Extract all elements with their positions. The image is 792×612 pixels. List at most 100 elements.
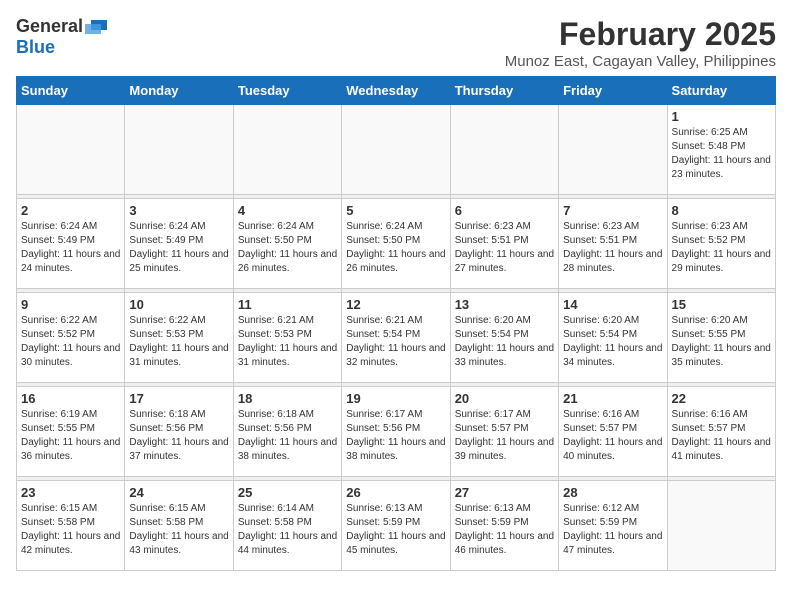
day-number: 20: [455, 391, 554, 406]
day-info: Sunrise: 6:16 AMSunset: 5:57 PMDaylight:…: [563, 408, 662, 464]
day-info: Sunrise: 6:20 AMSunset: 5:54 PMDaylight:…: [455, 314, 554, 370]
day-number: 3: [129, 203, 228, 218]
day-number: 28: [563, 485, 662, 500]
location-subtitle: Munoz East, Cagayan Valley, Philippines: [505, 53, 776, 70]
calendar-cell: 12Sunrise: 6:21 AMSunset: 5:54 PMDayligh…: [342, 293, 450, 383]
calendar-cell: 1 Sunrise: 6:25 AMSunset: 5:48 PMDaylight…: [667, 105, 775, 195]
day-number: 23: [21, 485, 120, 500]
day-info: Sunrise: 6:20 AMSunset: 5:55 PMDaylight:…: [672, 314, 771, 370]
day-number: 24: [129, 485, 228, 500]
day-number: 22: [672, 391, 771, 406]
day-number: 6: [455, 203, 554, 218]
calendar-week-2: 2 Sunrise: 6:24 AMSunset: 5:49 PMDaylight…: [17, 199, 776, 289]
day-number: 17: [129, 391, 228, 406]
weekday-header-wednesday: Wednesday: [342, 77, 450, 105]
day-info: Sunrise: 6:19 AMSunset: 5:55 PMDaylight:…: [21, 408, 120, 464]
calendar-cell: 20 Sunrise: 6:17 AMSunset: 5:57 PMDayligh…: [450, 387, 558, 477]
calendar-cell: 13 Sunrise: 6:20 AMSunset: 5:54 PMDayligh…: [450, 293, 558, 383]
day-number: 16: [21, 391, 120, 406]
calendar-week-5: 23 Sunrise: 6:15 AMSunset: 5:58 PMDayligh…: [17, 481, 776, 571]
calendar-week-4: 16 Sunrise: 6:19 AMSunset: 5:55 PMDayligh…: [17, 387, 776, 477]
calendar-cell: 22 Sunrise: 6:16 AMSunset: 5:57 PMDayligh…: [667, 387, 775, 477]
weekday-header-tuesday: Tuesday: [233, 77, 341, 105]
day-number: 14: [563, 297, 662, 312]
calendar-cell: [342, 105, 450, 195]
day-number: 1: [672, 109, 771, 124]
day-info: Sunrise: 6:24 AMSunset: 5:50 PMDaylight:…: [238, 220, 337, 276]
calendar-cell: 3 Sunrise: 6:24 AMSunset: 5:49 PMDaylight…: [125, 199, 233, 289]
calendar-cell: 24 Sunrise: 6:15 AMSunset: 5:58 PMDayligh…: [125, 481, 233, 571]
calendar-cell: 26 Sunrise: 6:13 AMSunset: 5:59 PMDayligh…: [342, 481, 450, 571]
calendar-cell: 5Sunrise: 6:24 AMSunset: 5:50 PMDaylight…: [342, 199, 450, 289]
month-year-title: February 2025: [505, 16, 776, 53]
calendar-cell: 8 Sunrise: 6:23 AMSunset: 5:52 PMDaylight…: [667, 199, 775, 289]
calendar-cell: 10 Sunrise: 6:22 AMSunset: 5:53 PMDayligh…: [125, 293, 233, 383]
day-number: 26: [346, 485, 445, 500]
day-info: Sunrise: 6:14 AMSunset: 5:58 PMDaylight:…: [238, 502, 337, 558]
day-info: Sunrise: 6:22 AMSunset: 5:52 PMDaylight:…: [21, 314, 120, 370]
calendar-cell: [233, 105, 341, 195]
day-number: 9: [21, 297, 120, 312]
day-info: Sunrise: 6:13 AMSunset: 5:59 PMDaylight:…: [455, 502, 554, 558]
weekday-header-friday: Friday: [559, 77, 667, 105]
day-number: 13: [455, 297, 554, 312]
day-info: Sunrise: 6:21 AMSunset: 5:53 PMDaylight:…: [238, 314, 337, 370]
calendar-week-1: 1 Sunrise: 6:25 AMSunset: 5:48 PMDaylight…: [17, 105, 776, 195]
day-number: 2: [21, 203, 120, 218]
day-number: 8: [672, 203, 771, 218]
day-info: Sunrise: 6:24 AMSunset: 5:49 PMDaylight:…: [21, 220, 120, 276]
day-info: Sunrise: 6:24 AMSunset: 5:50 PMDaylight:…: [346, 220, 445, 276]
calendar-week-3: 9 Sunrise: 6:22 AMSunset: 5:52 PMDaylight…: [17, 293, 776, 383]
day-info: Sunrise: 6:24 AMSunset: 5:49 PMDaylight:…: [129, 220, 228, 276]
day-info: Sunrise: 6:25 AMSunset: 5:48 PMDaylight:…: [672, 126, 771, 182]
calendar-cell: 19Sunrise: 6:17 AMSunset: 5:56 PMDayligh…: [342, 387, 450, 477]
day-number: 11: [238, 297, 337, 312]
day-number: 10: [129, 297, 228, 312]
weekday-header-thursday: Thursday: [450, 77, 558, 105]
day-info: Sunrise: 6:12 AMSunset: 5:59 PMDaylight:…: [563, 502, 662, 558]
day-number: 18: [238, 391, 337, 406]
calendar-cell: 6Sunrise: 6:23 AMSunset: 5:51 PMDaylight…: [450, 199, 558, 289]
calendar-cell: 9 Sunrise: 6:22 AMSunset: 5:52 PMDaylight…: [17, 293, 125, 383]
logo: General Blue: [16, 16, 107, 58]
calendar-cell: [559, 105, 667, 195]
calendar-cell: 15 Sunrise: 6:20 AMSunset: 5:55 PMDayligh…: [667, 293, 775, 383]
day-number: 25: [238, 485, 337, 500]
day-number: 15: [672, 297, 771, 312]
calendar-cell: [125, 105, 233, 195]
day-info: Sunrise: 6:17 AMSunset: 5:57 PMDaylight:…: [455, 408, 554, 464]
day-info: Sunrise: 6:15 AMSunset: 5:58 PMDaylight:…: [129, 502, 228, 558]
day-info: Sunrise: 6:20 AMSunset: 5:54 PMDaylight:…: [563, 314, 662, 370]
calendar-cell: 11 Sunrise: 6:21 AMSunset: 5:53 PMDayligh…: [233, 293, 341, 383]
day-number: 7: [563, 203, 662, 218]
calendar-table: SundayMondayTuesdayWednesdayThursdayFrid…: [16, 76, 776, 571]
calendar-cell: 25 Sunrise: 6:14 AMSunset: 5:58 PMDayligh…: [233, 481, 341, 571]
day-info: Sunrise: 6:22 AMSunset: 5:53 PMDaylight:…: [129, 314, 228, 370]
day-info: Sunrise: 6:21 AMSunset: 5:54 PMDaylight:…: [346, 314, 445, 370]
day-info: Sunrise: 6:15 AMSunset: 5:58 PMDaylight:…: [21, 502, 120, 558]
calendar-cell: 18Sunrise: 6:18 AMSunset: 5:56 PMDayligh…: [233, 387, 341, 477]
calendar-cell: [17, 105, 125, 195]
calendar-cell: 2 Sunrise: 6:24 AMSunset: 5:49 PMDaylight…: [17, 199, 125, 289]
weekday-header-row: SundayMondayTuesdayWednesdayThursdayFrid…: [17, 77, 776, 105]
calendar-cell: 7 Sunrise: 6:23 AMSunset: 5:51 PMDaylight…: [559, 199, 667, 289]
logo-icon: [85, 18, 107, 36]
weekday-header-saturday: Saturday: [667, 77, 775, 105]
day-info: Sunrise: 6:23 AMSunset: 5:52 PMDaylight:…: [672, 220, 771, 276]
day-number: 21: [563, 391, 662, 406]
day-info: Sunrise: 6:13 AMSunset: 5:59 PMDaylight:…: [346, 502, 445, 558]
weekday-header-monday: Monday: [125, 77, 233, 105]
day-info: Sunrise: 6:17 AMSunset: 5:56 PMDaylight:…: [346, 408, 445, 464]
calendar-cell: 16 Sunrise: 6:19 AMSunset: 5:55 PMDayligh…: [17, 387, 125, 477]
day-info: Sunrise: 6:16 AMSunset: 5:57 PMDaylight:…: [672, 408, 771, 464]
calendar-cell: 28 Sunrise: 6:12 AMSunset: 5:59 PMDayligh…: [559, 481, 667, 571]
header: General Blue February 2025 Munoz East, C…: [16, 16, 776, 70]
calendar-cell: [450, 105, 558, 195]
calendar-cell: 17Sunrise: 6:18 AMSunset: 5:56 PMDayligh…: [125, 387, 233, 477]
day-info: Sunrise: 6:23 AMSunset: 5:51 PMDaylight:…: [563, 220, 662, 276]
day-number: 27: [455, 485, 554, 500]
calendar-cell: 21 Sunrise: 6:16 AMSunset: 5:57 PMDayligh…: [559, 387, 667, 477]
day-number: 4: [238, 203, 337, 218]
calendar-cell: 14 Sunrise: 6:20 AMSunset: 5:54 PMDayligh…: [559, 293, 667, 383]
calendar-cell: 4 Sunrise: 6:24 AMSunset: 5:50 PMDaylight…: [233, 199, 341, 289]
